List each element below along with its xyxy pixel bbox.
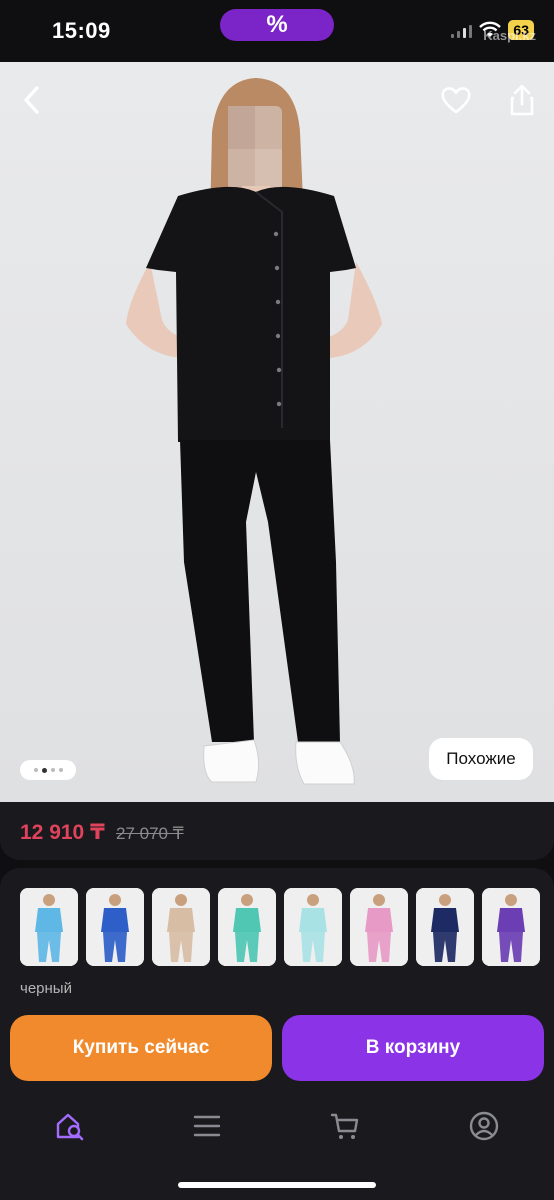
dynamic-island-badge: % — [220, 9, 334, 41]
color-thumbnail[interactable] — [350, 888, 408, 966]
favorite-button[interactable] — [438, 82, 474, 118]
thumbnail-image — [482, 888, 540, 966]
color-thumbnails — [20, 888, 540, 966]
watermark: Kaspi.kz — [483, 28, 536, 43]
bottom-navigation — [0, 1100, 554, 1200]
color-thumbnail[interactable] — [284, 888, 342, 966]
heart-icon — [441, 87, 471, 114]
nav-profile[interactable] — [464, 1108, 504, 1144]
search-home-icon — [56, 1113, 84, 1141]
signal-icon — [451, 22, 473, 38]
color-thumbnail[interactable] — [416, 888, 474, 966]
chevron-left-icon — [24, 86, 39, 114]
nav-cart[interactable] — [325, 1108, 365, 1144]
product-photo — [126, 78, 382, 785]
nav-home-search[interactable] — [50, 1108, 90, 1144]
status-time: 15:09 — [52, 18, 111, 43]
thumbnail-image — [416, 888, 474, 966]
color-thumbnail[interactable] — [20, 888, 78, 966]
similar-products-button[interactable]: Похожие — [429, 738, 533, 780]
variant-selector: черный Купить сейчас В корзину — [0, 868, 554, 1100]
thumbnail-image — [350, 888, 408, 966]
product-image-gallery[interactable]: Похожие — [0, 62, 554, 802]
selected-color-label: черный — [20, 980, 72, 997]
profile-icon — [469, 1111, 499, 1141]
add-to-cart-button[interactable]: В корзину — [282, 1015, 544, 1081]
price-section: 12 910 ₸ 27 070 ₸ — [0, 802, 554, 860]
menu-icon — [193, 1115, 221, 1137]
thumbnail-image — [284, 888, 342, 966]
nav-catalog[interactable] — [187, 1108, 227, 1144]
share-button[interactable] — [504, 82, 540, 118]
thumbnail-image — [86, 888, 144, 966]
thumbnail-image — [20, 888, 78, 966]
back-button[interactable] — [14, 82, 50, 118]
color-thumbnail[interactable] — [152, 888, 210, 966]
image-pager-dots — [20, 760, 76, 780]
home-indicator — [178, 1182, 376, 1188]
share-icon — [510, 84, 534, 116]
status-bar: 15:09 % 63 Kaspi.kz — [0, 0, 554, 62]
old-price: 27 070 ₸ — [116, 824, 184, 843]
color-thumbnail[interactable] — [218, 888, 276, 966]
thumbnail-image — [152, 888, 210, 966]
thumbnail-image — [218, 888, 276, 966]
cart-icon — [330, 1113, 359, 1139]
buy-now-button[interactable]: Купить сейчас — [10, 1015, 272, 1081]
current-price: 12 910 ₸ — [20, 821, 105, 844]
color-thumbnail[interactable] — [86, 888, 144, 966]
color-thumbnail[interactable] — [482, 888, 540, 966]
